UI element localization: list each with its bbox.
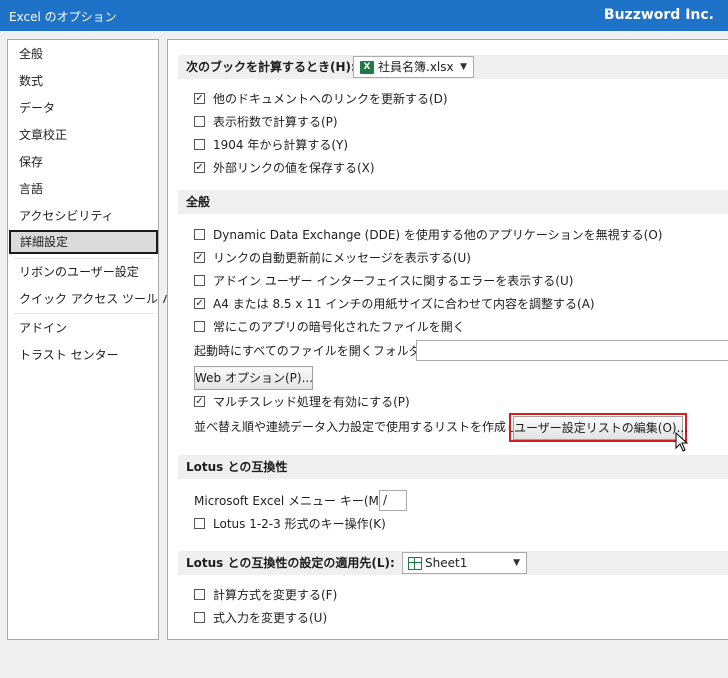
sheet-select-value: Sheet1 — [425, 556, 468, 570]
sidebar-divider — [14, 313, 154, 314]
menu-key-label: Microsoft Excel メニュー キー(M): — [194, 494, 388, 508]
sidebar-item-customize-ribbon[interactable]: リボンのユーザー設定 — [8, 260, 158, 284]
section-title: Lotus との互換性の設定の適用先(L): — [186, 556, 395, 570]
sidebar-item-proofing[interactable]: 文章校正 — [8, 123, 158, 147]
section-title: Lotus との互換性 — [186, 460, 288, 474]
sidebar-item-trust-center[interactable]: トラスト センター — [8, 343, 158, 367]
advanced-options-panel: 次のブックを計算するとき(H): X 社員名簿.xlsx ▼ ✓ 他のドキュメント… — [167, 39, 728, 640]
checkbox-transition-formula-entry[interactable] — [194, 612, 205, 623]
checkbox-scale-paper-size[interactable]: ✓ — [194, 298, 205, 309]
brand-label: Buzzword Inc. — [603, 7, 714, 23]
chevron-down-icon: ▼ — [460, 62, 467, 72]
startup-folder-input[interactable] — [416, 340, 728, 361]
edit-custom-lists-button[interactable]: ユーザー設定リストの編集(O)... — [513, 416, 688, 440]
option-label: 常にこのアプリの暗号化されたファイルを開く — [213, 320, 465, 334]
checkbox-addin-ui-errors[interactable] — [194, 275, 205, 286]
option-label: 1904 年から計算する(Y) — [213, 138, 349, 152]
checkbox-lotus-key-navigation[interactable] — [194, 518, 205, 529]
sidebar-item-save[interactable]: 保存 — [8, 150, 158, 174]
section-title: 全般 — [186, 195, 211, 209]
checkbox-update-links[interactable]: ✓ — [194, 93, 205, 104]
lotus-section-header: Lotus との互換性 — [178, 455, 728, 479]
sidebar-divider — [14, 258, 154, 259]
sidebar-item-formulas[interactable]: 数式 — [8, 69, 158, 93]
workbook-select-value: 社員名簿.xlsx — [378, 60, 454, 74]
sheet-icon — [408, 557, 422, 570]
general-section-header: 全般 — [178, 190, 728, 214]
options-sidebar: 全般 数式 データ 文章校正 保存 言語 アクセシビリティ 詳細設定 リボンのユ… — [7, 39, 186, 640]
checkbox-date-1904[interactable] — [194, 139, 205, 150]
checkbox-precision-as-displayed[interactable] — [194, 116, 205, 127]
option-label: アドイン ユーザー インターフェイスに関するエラーを表示する(U) — [213, 274, 574, 288]
option-label: Dynamic Data Exchange (DDE) を使用する他のアプリケー… — [213, 228, 663, 242]
sidebar-item-data[interactable]: データ — [8, 96, 158, 120]
menu-key-input[interactable]: / — [379, 490, 407, 511]
option-label: 外部リンクの値を保存する(X) — [213, 161, 375, 175]
startup-folder-label: 起動時にすべてのファイルを開くフォルダー(L): — [194, 344, 453, 358]
checkbox-ignore-dde[interactable] — [194, 229, 205, 240]
custom-lists-label: 並べ替え順や連続データ入力設定で使用するリストを作成します: — [194, 420, 547, 434]
option-label: リンクの自動更新前にメッセージを表示する(U) — [213, 251, 471, 265]
sidebar-item-quick-access-toolbar[interactable]: クイック アクセス ツール バー — [8, 287, 186, 311]
option-label: A4 または 8.5 x 11 インチの用紙サイズに合わせて内容を調整する(A) — [213, 297, 595, 311]
option-label: マルチスレッド処理を有効にする(P) — [213, 395, 410, 409]
checkbox-transition-formula-evaluation[interactable] — [194, 589, 205, 600]
checkbox-ask-update-links[interactable]: ✓ — [194, 252, 205, 263]
window-title: Excel のオプション — [9, 10, 117, 24]
sidebar-item-language[interactable]: 言語 — [8, 177, 158, 201]
sidebar-item-addins[interactable]: アドイン — [8, 316, 158, 340]
workbook-select[interactable]: X 社員名簿.xlsx ▼ — [353, 56, 474, 78]
title-bar: Excel のオプション Buzzword Inc. — [0, 0, 728, 31]
sidebar-item-accessibility[interactable]: アクセシビリティ — [8, 204, 158, 228]
option-label: 表示桁数で計算する(P) — [213, 115, 338, 129]
web-options-button[interactable]: Web オプション(P)... — [194, 366, 313, 390]
option-label: Lotus 1-2-3 形式のキー操作(K) — [213, 517, 386, 531]
sidebar-item-advanced[interactable]: 詳細設定 — [9, 230, 158, 254]
excel-file-icon: X — [360, 61, 374, 74]
sidebar-item-general[interactable]: 全般 — [8, 42, 158, 66]
checkbox-multithread[interactable]: ✓ — [194, 396, 205, 407]
option-label: 他のドキュメントへのリンクを更新する(D) — [213, 92, 448, 106]
option-label: 式入力を変更する(U) — [213, 611, 328, 625]
option-label: 計算方式を変更する(F) — [213, 588, 338, 602]
checkbox-save-external-links[interactable]: ✓ — [194, 162, 205, 173]
section-title: 次のブックを計算するとき(H): — [186, 60, 356, 74]
sheet-select[interactable]: Sheet1 ▼ — [402, 552, 527, 574]
checkbox-open-encrypted-files[interactable] — [194, 321, 205, 332]
chevron-down-icon: ▼ — [513, 558, 520, 568]
mouse-pointer-icon — [675, 432, 689, 452]
